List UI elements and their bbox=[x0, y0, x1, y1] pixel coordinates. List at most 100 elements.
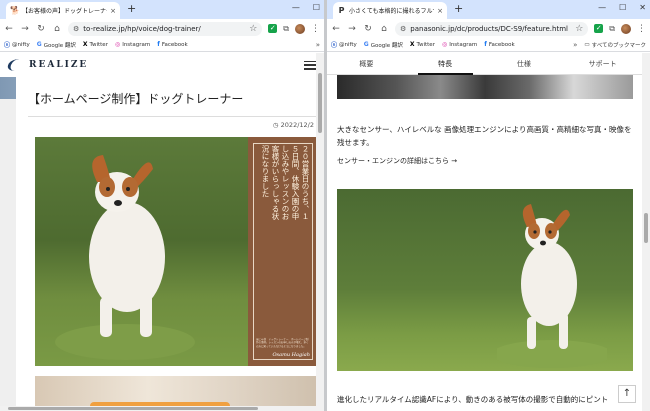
bookmark-facebook[interactable]: f Facebook bbox=[157, 41, 187, 48]
bookmark-twitter[interactable]: X Twitter bbox=[83, 41, 108, 48]
address-bar[interactable]: ⚙ panasonic.jp/dc/products/DC-S9/feature… bbox=[395, 21, 589, 36]
home-button[interactable]: ⌂ bbox=[379, 24, 389, 34]
extensions-puzzle-icon[interactable]: ⧉ bbox=[283, 24, 289, 34]
bookmark-twitter[interactable]: X Twitter bbox=[410, 41, 435, 48]
tab-title: 小さくても本格的に撮れるフルサイ… bbox=[349, 8, 434, 15]
instagram-icon: ◎ bbox=[441, 41, 448, 48]
bookmarks-bar: ⓝ @nifty G Google 翻訳 X Twitter ◎ Instagram f… bbox=[327, 38, 650, 52]
feature-description: 大きなセンサー、ハイレベルな 画像処理エンジンにより高画質・高精細な写真・映像を… bbox=[337, 125, 632, 147]
extensions-puzzle-icon[interactable]: ⧉ bbox=[609, 24, 615, 34]
signature: Osamu Hagiah bbox=[272, 352, 310, 358]
bookmark-google-translate[interactable]: G Google 翻訳 bbox=[364, 41, 403, 49]
reload-button[interactable]: ↻ bbox=[363, 24, 373, 34]
maximize-button[interactable]: ☐ bbox=[313, 3, 320, 13]
browser-menu-icon[interactable]: ⋮ bbox=[637, 24, 646, 34]
product-subnav: 概要 特長 仕様 サポート bbox=[327, 53, 642, 75]
reload-button[interactable]: ↻ bbox=[36, 24, 46, 34]
vertical-scrollbar[interactable] bbox=[316, 53, 324, 411]
window-controls: — ☐ ✕ bbox=[598, 3, 646, 13]
close-window-button[interactable]: ✕ bbox=[639, 3, 646, 13]
profile-avatar[interactable] bbox=[295, 23, 305, 34]
title-divider bbox=[28, 116, 316, 117]
testimonial-detail: ほにゃ様 ドッグトレーナー ホームページ制作の事例。レッスンのお申し込みが増え、… bbox=[256, 337, 309, 348]
subnav-specs[interactable]: 仕様 bbox=[485, 53, 564, 74]
forward-button[interactable]: → bbox=[20, 24, 30, 34]
bookmark-nifty[interactable]: ⓝ @nifty bbox=[4, 40, 30, 50]
testimonial-quote: ２０営業日のうち、１５日間、休験入園の申し込みやレッスンのお客様がいらっしゃる状… bbox=[261, 145, 310, 220]
sensor-details-link[interactable]: センサー・エンジンの詳細はこちら → bbox=[337, 156, 457, 166]
tab-title: 【お客様の声】ドッグトレーナーの本… bbox=[22, 8, 107, 15]
vertical-scrollbar[interactable] bbox=[642, 53, 650, 411]
running-dog-illustration bbox=[497, 204, 607, 368]
browser-menu-icon[interactable]: ⋮ bbox=[311, 24, 320, 34]
bookmarks-bar: ⓝ @nifty G Google 翻訳 X Twitter ◎ Instagram f… bbox=[0, 38, 324, 52]
panasonic-favicon-icon: P bbox=[338, 6, 345, 15]
new-tab-button[interactable]: + bbox=[127, 3, 136, 15]
browser-toolbar: ← → ↻ ⌂ ⚙ panasonic.jp/dc/products/DC-S9… bbox=[327, 19, 650, 38]
testimonial-panel: ２０営業日のうち、１５日間、休験入園の申し込みやレッスンのお客様がいらっしゃる状… bbox=[248, 137, 318, 366]
facebook-icon: f bbox=[484, 41, 487, 48]
horizontal-scroll-thumb[interactable] bbox=[8, 407, 258, 410]
tab-strip: 🐕 【お客様の声】ドッグトレーナーの本… × + — ☐ bbox=[0, 0, 324, 19]
tab-dog-trainer[interactable]: 🐕 【お客様の声】ドッグトレーナーの本… × bbox=[6, 2, 120, 19]
facebook-icon: f bbox=[157, 41, 160, 48]
close-tab-icon[interactable]: × bbox=[110, 7, 116, 15]
vertical-scroll-thumb[interactable] bbox=[644, 213, 648, 243]
extension-check-icon[interactable]: ✓ bbox=[268, 24, 278, 33]
maximize-button[interactable]: ☐ bbox=[619, 3, 626, 13]
bookmark-google-translate[interactable]: G Google 翻訳 bbox=[37, 41, 76, 49]
left-page-content: REALIZE 【ホームページ制作】ドッグトレーナー ◷ 2022/12/2 ２… bbox=[0, 53, 324, 411]
more-bookmarks-chevron-icon[interactable]: » bbox=[573, 41, 577, 49]
close-tab-icon[interactable]: × bbox=[437, 7, 443, 15]
bookmark-label: @nifty bbox=[339, 41, 357, 48]
x-icon: X bbox=[82, 41, 88, 48]
new-tab-button[interactable]: + bbox=[454, 3, 463, 15]
url-text[interactable]: panasonic.jp/dc/products/DC-S9/feature.h… bbox=[410, 25, 571, 33]
forward-button[interactable]: → bbox=[347, 24, 357, 34]
back-button[interactable]: ← bbox=[331, 24, 341, 34]
horizontal-scrollbar[interactable] bbox=[0, 406, 316, 411]
bookmark-label: Twitter bbox=[89, 41, 108, 48]
bookmark-nifty[interactable]: ⓝ @nifty bbox=[331, 40, 357, 50]
site-info-icon[interactable]: ⚙ bbox=[73, 25, 79, 33]
subnav-support[interactable]: サポート bbox=[563, 53, 642, 74]
dog-hero-image: ２０営業日のうち、１５日間、休験入園の申し込みやレッスンのお客様がいらっしゃる状… bbox=[35, 137, 318, 366]
right-browser-window: P 小さくても本格的に撮れるフルサイ… × + — ☐ ✕ ← → ↻ ⌂ ⚙ … bbox=[327, 0, 650, 411]
subnav-overview[interactable]: 概要 bbox=[327, 53, 406, 74]
subnav-features[interactable]: 特長 bbox=[406, 53, 485, 75]
bookmark-star-icon[interactable]: ☆ bbox=[249, 24, 257, 34]
af-description: 進化したリアルタイム認識AFにより、動きのある被写体の撮影で自動的にピント bbox=[337, 395, 609, 404]
back-button[interactable]: ← bbox=[4, 24, 14, 34]
browser-toolbar: ← → ↻ ⌂ ⚙ to-realize.jp/hp/voice/dog-tra… bbox=[0, 19, 324, 38]
bookmark-facebook[interactable]: f Facebook bbox=[484, 41, 514, 48]
home-button[interactable]: ⌂ bbox=[52, 24, 62, 34]
tab-panasonic[interactable]: P 小さくても本格的に撮れるフルサイ… × bbox=[333, 2, 447, 19]
coastline-photo bbox=[337, 75, 633, 99]
google-icon: G bbox=[36, 41, 42, 48]
url-text[interactable]: to-realize.jp/hp/voice/dog-trainer/ bbox=[83, 25, 245, 33]
profile-avatar[interactable] bbox=[621, 23, 631, 34]
instagram-icon: ◎ bbox=[114, 41, 121, 48]
minimize-button[interactable]: — bbox=[292, 3, 300, 13]
nifty-icon: ⓝ bbox=[4, 42, 11, 49]
bookmark-label: Facebook bbox=[161, 41, 188, 48]
bookmark-instagram[interactable]: ◎ Instagram bbox=[442, 41, 477, 48]
vertical-scroll-thumb[interactable] bbox=[318, 73, 322, 133]
hamburger-menu-icon[interactable] bbox=[304, 60, 316, 70]
dog-sample-photo bbox=[337, 189, 633, 371]
folder-icon: ▭ bbox=[584, 41, 590, 48]
address-bar[interactable]: ⚙ to-realize.jp/hp/voice/dog-trainer/ ☆ bbox=[68, 21, 263, 36]
back-to-top-button[interactable]: ↑ bbox=[618, 385, 636, 403]
article-title: 【ホームページ制作】ドッグトレーナー bbox=[28, 92, 244, 106]
dog-favicon-icon: 🐕 bbox=[10, 6, 20, 15]
running-dog-illustration bbox=[55, 155, 195, 360]
bookmark-label: Facebook bbox=[488, 41, 515, 48]
minimize-button[interactable]: — bbox=[598, 3, 606, 13]
extension-check-icon[interactable]: ✓ bbox=[594, 24, 604, 33]
bookmark-star-icon[interactable]: ☆ bbox=[575, 24, 583, 34]
bookmark-label: Instagram bbox=[122, 41, 151, 48]
bookmark-instagram[interactable]: ◎ Instagram bbox=[115, 41, 150, 48]
all-bookmarks-folder[interactable]: ▭ すべてのブックマーク bbox=[584, 41, 646, 49]
more-bookmarks-chevron-icon[interactable]: » bbox=[316, 41, 320, 49]
site-info-icon[interactable]: ⚙ bbox=[400, 25, 406, 33]
